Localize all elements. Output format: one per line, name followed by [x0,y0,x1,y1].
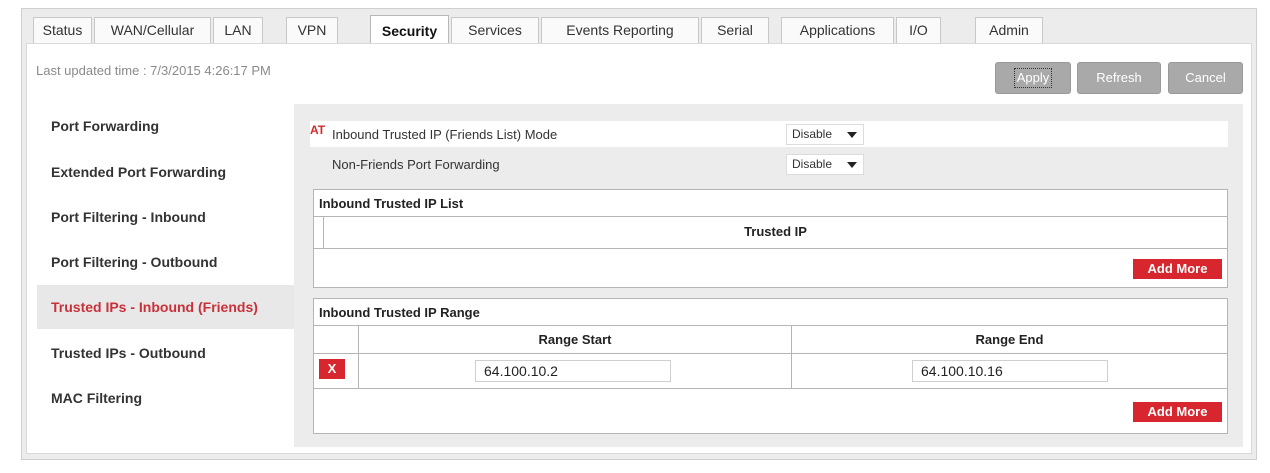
non-friends-row: Non-Friends Port Forwarding Disable [310,151,1228,177]
tab-status[interactable]: Status [33,17,92,44]
sidebar-item-mac-filtering[interactable]: MAC Filtering [37,376,294,420]
non-friends-value: Disable [792,157,833,171]
range-start-input[interactable]: 64.100.10.2 [475,360,671,382]
range-end-header: Range End [975,332,1044,347]
sidebar-item-port-forwarding[interactable]: Port Forwarding [37,104,294,148]
settings-panel: AT Inbound Trusted IP (Friends List) Mod… [294,104,1243,447]
tab-io[interactable]: I/O [896,17,941,44]
tab-lan[interactable]: LAN [213,17,263,44]
tab-serial[interactable]: Serial [701,17,769,44]
refresh-button[interactable]: Refresh [1077,62,1161,94]
trusted-ip-column-header: Trusted IP [744,224,807,239]
at-command-marker: AT [310,123,326,137]
divider [314,248,1227,249]
friends-mode-value: Disable [792,127,833,141]
divider [314,325,1227,326]
tab-admin[interactable]: Admin [975,17,1043,44]
sidebar-item-trusted-ips-outbound[interactable]: Trusted IPs - Outbound [37,331,294,375]
tab-applications[interactable]: Applications [781,17,894,44]
non-friends-select[interactable]: Disable [786,154,864,175]
divider [314,216,1227,217]
sidebar-item-port-filtering-inbound[interactable]: Port Filtering - Inbound [37,195,294,239]
tab-vpn[interactable]: VPN [286,17,338,44]
apply-button-label: Apply [1013,68,1053,88]
tab-services[interactable]: Services [451,17,539,44]
add-trusted-ip-button[interactable]: Add More [1133,259,1222,279]
chevron-down-icon [847,132,857,138]
tab-wan-cellular[interactable]: WAN/Cellular [94,17,211,44]
trusted-ip-list-table: Inbound Trusted IP List Trusted IP Add M… [313,189,1228,288]
tab-security[interactable]: Security [370,15,449,45]
add-range-button[interactable]: Add More [1133,402,1222,422]
trusted-ip-range-table: Inbound Trusted IP Range Range Start Ran… [313,298,1228,434]
table-row: X 64.100.10.2 64.100.10.16 [314,354,1227,387]
friends-mode-row: AT Inbound Trusted IP (Friends List) Mod… [310,121,1228,147]
delete-range-button[interactable]: X [319,359,345,379]
trusted-ip-list-title: Inbound Trusted IP List [319,196,464,211]
sidebar-item-trusted-ips-inbound[interactable]: Trusted IPs - Inbound (Friends) [37,285,294,329]
divider [314,388,1227,389]
router-config-frame: Status WAN/Cellular LAN VPN Security Ser… [21,8,1257,460]
friends-mode-select[interactable]: Disable [786,124,864,145]
tab-events-reporting[interactable]: Events Reporting [541,17,699,44]
friends-mode-label: Inbound Trusted IP (Friends List) Mode [332,127,558,142]
content-area: Last updated time : 7/3/2015 4:26:17 PM … [26,43,1252,454]
last-updated-text: Last updated time : 7/3/2015 4:26:17 PM [36,63,271,78]
apply-button[interactable]: Apply [995,62,1071,94]
non-friends-label: Non-Friends Port Forwarding [332,157,500,172]
range-end-input[interactable]: 64.100.10.16 [912,360,1108,382]
sidebar-item-extended-port-forwarding[interactable]: Extended Port Forwarding [37,150,294,194]
trusted-ip-range-title: Inbound Trusted IP Range [319,305,480,320]
chevron-down-icon [847,162,857,168]
cancel-button[interactable]: Cancel [1168,62,1243,94]
sidebar-item-port-filtering-outbound[interactable]: Port Filtering - Outbound [37,240,294,284]
range-start-header: Range Start [538,332,612,347]
